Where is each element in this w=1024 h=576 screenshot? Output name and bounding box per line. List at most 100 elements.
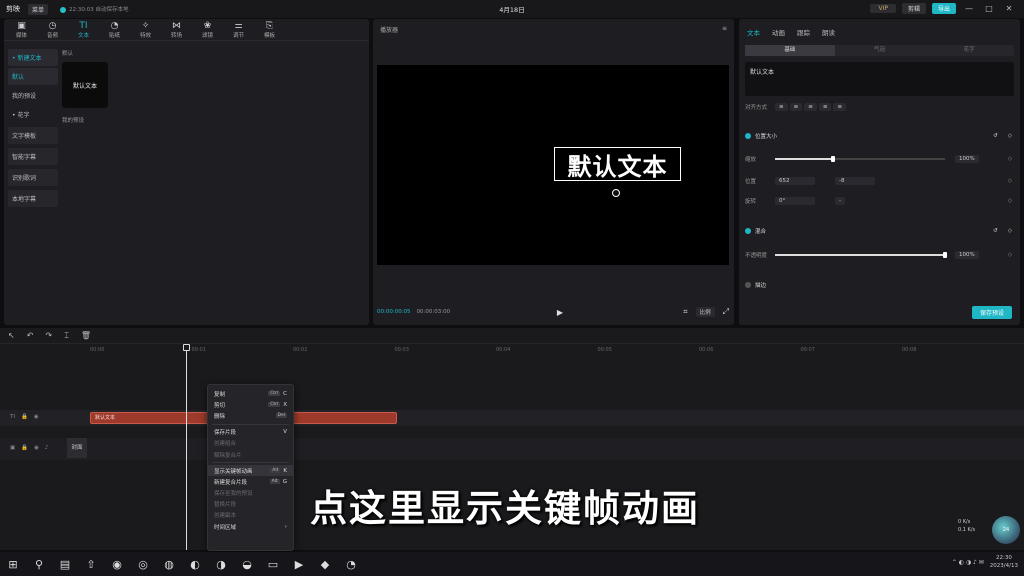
taskbar-app-icon[interactable]: ◒ — [234, 558, 260, 571]
export-button[interactable]: 导出 — [931, 3, 956, 14]
menu-item[interactable]: 时间区域 › — [208, 521, 293, 532]
scale-value[interactable]: 100% — [955, 155, 979, 163]
prop-subtab[interactable]: 基础 — [745, 45, 835, 56]
category-item[interactable]: 默认 — [8, 68, 58, 85]
tab-7[interactable]: ⚌ 调节 — [223, 21, 254, 40]
taskbar-app-icon[interactable]: ⊞ — [0, 558, 26, 571]
category-item[interactable]: 本地字幕 — [8, 190, 58, 207]
category-item[interactable]: • 花字 — [8, 106, 58, 123]
menu-item[interactable]: 新建复合片段 Alt G — [208, 476, 293, 487]
tab-3[interactable]: ◔ 贴纸 — [99, 21, 130, 40]
menu-item[interactable]: 创建副本 — [208, 510, 293, 521]
text-input[interactable]: 默认文本 — [745, 62, 1014, 96]
playhead[interactable] — [183, 344, 190, 550]
keyframe-icon[interactable]: ◇ — [1008, 156, 1012, 162]
lock-icon[interactable]: 🔒 — [21, 445, 28, 451]
align-right-icon[interactable]: ≡ — [804, 103, 817, 111]
taskbar-app-icon[interactable]: ◔ — [338, 558, 364, 571]
close-icon[interactable]: ✕ — [1002, 4, 1016, 13]
tab-6[interactable]: ❀ 滤镜 — [192, 21, 223, 40]
tray-icons[interactable]: ⌃ ◐ ◑ ♪ ✉ — [952, 559, 984, 566]
taskbar-app-icon[interactable]: ◆ — [312, 558, 338, 571]
category-item[interactable]: • 新建文本 — [8, 49, 58, 66]
menu-item[interactable]: 创建组合 — [208, 438, 293, 449]
text-overlay[interactable]: 默认文本 — [554, 147, 681, 181]
align-left-icon[interactable]: ≡ — [775, 103, 788, 111]
cover-button[interactable]: 封面 — [67, 438, 87, 458]
prop-tab[interactable]: 跟踪 — [797, 27, 810, 37]
category-item[interactable]: 文字模板 — [8, 127, 58, 144]
tab-1[interactable]: ◷ 音频 — [37, 21, 68, 40]
reset-icon[interactable]: ↺ — [993, 228, 998, 234]
tab-4[interactable]: ✧ 特效 — [130, 21, 161, 40]
prop-tab[interactable]: 朗读 — [822, 27, 835, 37]
prop-subtab[interactable]: 花字 — [924, 45, 1014, 56]
opacity-slider[interactable] — [775, 252, 947, 258]
menu-item[interactable]: 解除复合片 — [208, 449, 293, 460]
crop-icon[interactable]: ⌗ — [683, 307, 688, 317]
scale-checkbox[interactable] — [745, 133, 751, 139]
category-item[interactable]: 智能字幕 — [8, 148, 58, 165]
position-x[interactable]: 652 — [775, 177, 815, 185]
reset-icon[interactable]: ↺ — [993, 133, 998, 139]
menu-item[interactable]: 保存至我的预设 — [208, 488, 293, 499]
share-button[interactable]: 剪辑 — [901, 3, 926, 14]
menu-button[interactable]: 菜单 — [28, 3, 49, 15]
tab-2[interactable]: TI 文本 — [68, 21, 99, 40]
default-text-card[interactable]: 默认文本 — [62, 62, 108, 108]
taskbar-app-icon[interactable]: ◍ — [156, 558, 182, 571]
clock[interactable]: 22:30 2023/4/13 — [990, 554, 1018, 570]
keyframe-icon[interactable]: ◇ — [1008, 178, 1012, 184]
keyframe-icon[interactable]: ◇ — [1008, 252, 1012, 258]
ratio-button[interactable]: 比例 — [695, 307, 715, 317]
lock-icon[interactable]: 🔒 — [21, 414, 28, 420]
menu-item[interactable]: 删除 Del — [208, 410, 293, 421]
keyframe-icon[interactable]: ◇ — [1008, 133, 1012, 139]
play-icon[interactable]: ▶ — [557, 308, 563, 317]
position-y[interactable]: -8 — [835, 177, 875, 185]
menu-item[interactable]: 复制 Ctrl C — [208, 388, 293, 399]
rotation-value[interactable]: 0° — [775, 197, 815, 205]
taskbar-app-icon[interactable]: ⚲ — [26, 558, 52, 571]
eye-icon[interactable]: ◉ — [34, 445, 39, 451]
time-ruler[interactable]: 00:00 00:01 00:02 00:03 00:04 00:05 00:06 00:07… — [66, 344, 1016, 358]
maximize-icon[interactable]: □ — [982, 4, 996, 13]
audio-icon[interactable]: ♪ — [45, 445, 49, 451]
menu-item[interactable]: 显示关键帧动画 Alt K — [208, 465, 293, 477]
prop-tab[interactable]: 动画 — [772, 27, 785, 37]
save-preset-button[interactable]: 保存预设 — [971, 306, 1012, 319]
fullscreen-icon[interactable]: ⤢ — [723, 307, 729, 317]
flip-button[interactable]: - — [835, 197, 845, 205]
taskbar-app-icon[interactable]: ▶ — [286, 558, 312, 571]
minimize-icon[interactable]: — — [962, 4, 976, 13]
eye-icon[interactable]: ◉ — [34, 414, 39, 420]
menu-icon[interactable]: ≡ — [722, 25, 727, 34]
taskbar-app-icon[interactable]: ⇧ — [78, 558, 104, 571]
prop-subtab[interactable]: 气泡 — [835, 45, 925, 56]
vip-button[interactable]: VIP — [870, 4, 896, 13]
taskbar-app-icon[interactable]: ◐ — [182, 558, 208, 571]
preview-canvas[interactable]: 默认文本 — [377, 65, 729, 265]
timeline-tool-icon[interactable]: 🗑 — [81, 331, 91, 340]
category-item[interactable]: 我的预设 — [8, 87, 58, 104]
taskbar-app-icon[interactable]: ◑ — [208, 558, 234, 571]
timeline-tool-icon[interactable]: ↶ — [27, 331, 34, 340]
rotate-handle-icon[interactable] — [612, 189, 620, 197]
tab-0[interactable]: ▣ 媒体 — [6, 21, 37, 40]
align-vertical-icon[interactable]: ≡ — [833, 103, 847, 111]
prop-tab[interactable]: 文本 — [747, 27, 760, 37]
stroke-checkbox[interactable] — [745, 282, 751, 288]
menu-item[interactable]: 保存片段 V — [208, 427, 293, 438]
opacity-value[interactable]: 100% — [955, 251, 979, 259]
speed-ball-icon[interactable]: 24 — [992, 516, 1020, 544]
align-justify-icon[interactable]: ≡ — [818, 103, 832, 111]
mix-checkbox[interactable] — [745, 228, 751, 234]
timeline-tool-icon[interactable]: ↷ — [45, 331, 52, 340]
tab-8[interactable]: ⎘ 模板 — [254, 21, 285, 40]
scale-slider[interactable] — [775, 156, 945, 162]
taskbar-app-icon[interactable]: ◉ — [104, 558, 130, 571]
keyframe-icon[interactable]: ◇ — [1008, 228, 1012, 234]
taskbar-app-icon[interactable]: ◎ — [130, 558, 156, 571]
timeline-tool-icon[interactable]: ⌶ — [64, 331, 69, 341]
category-item[interactable]: 识别歌词 — [8, 169, 58, 186]
